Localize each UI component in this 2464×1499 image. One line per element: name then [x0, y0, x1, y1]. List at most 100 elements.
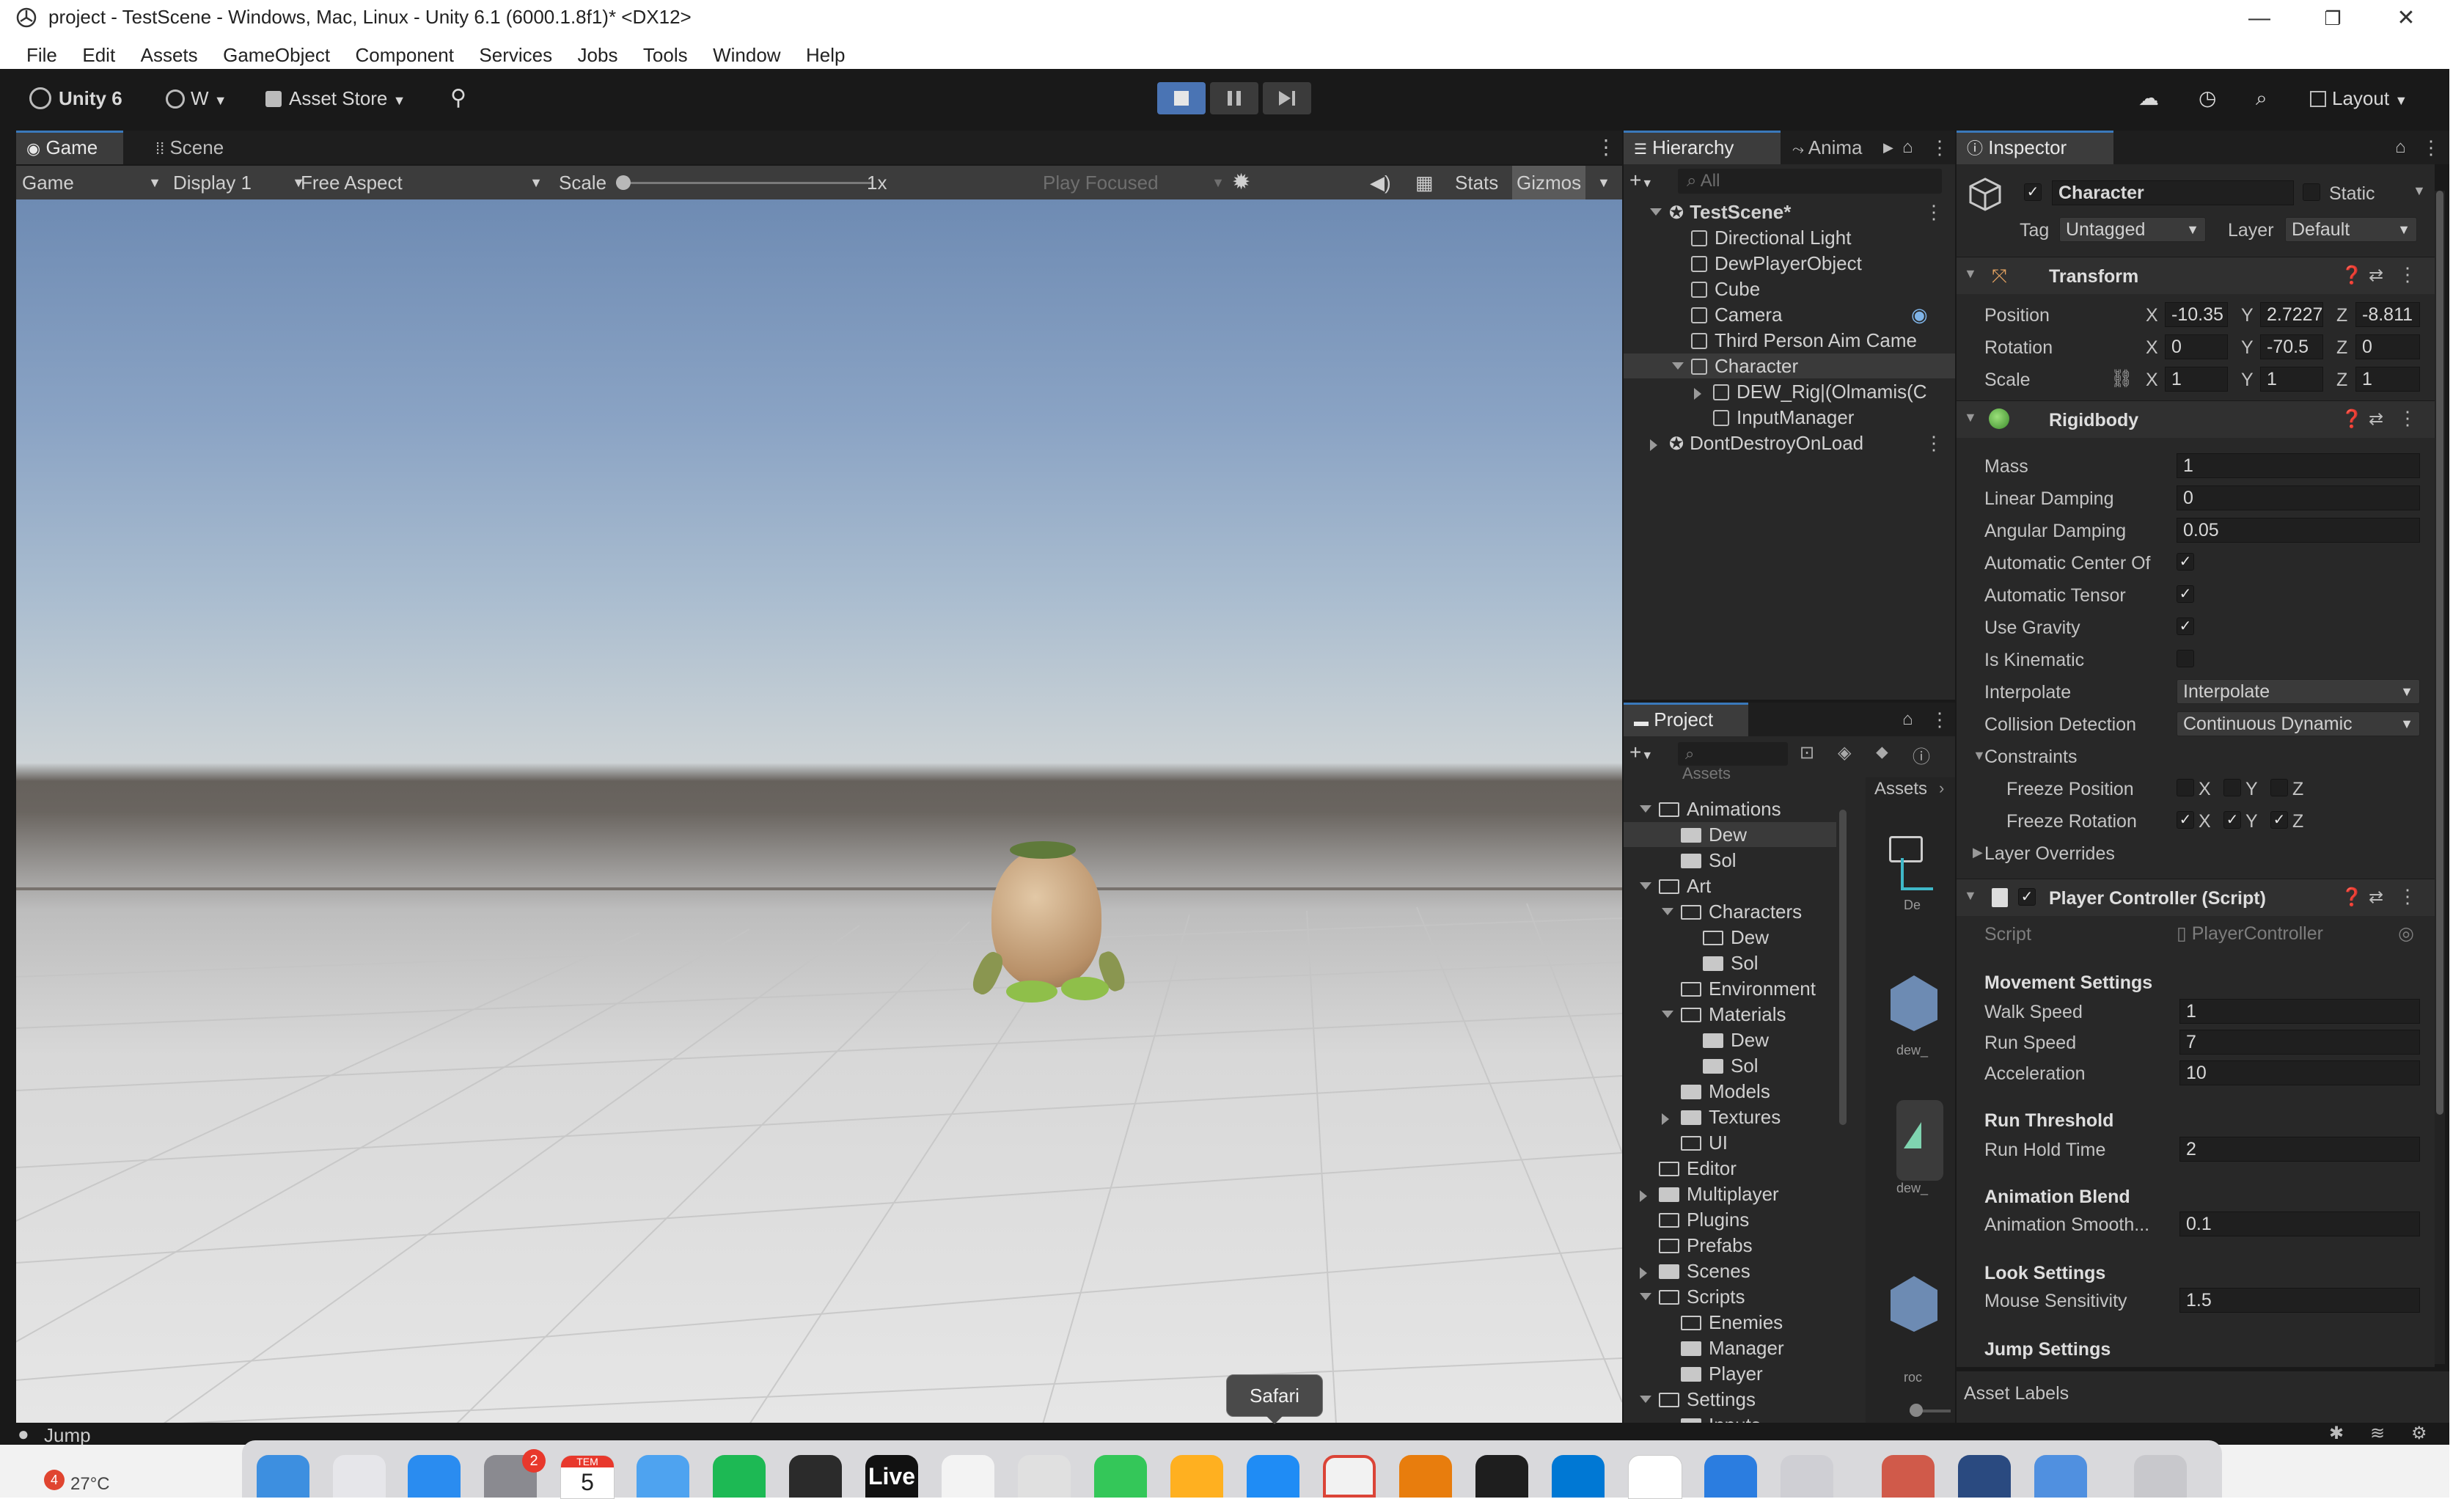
create-asset-button[interactable]: +▼	[1629, 741, 1653, 764]
menu-jobs[interactable]: Jobs	[578, 40, 618, 67]
rotation-y-field[interactable]: -70.5	[2260, 334, 2323, 359]
mouse-sensitivity-field[interactable]: 1.5	[2179, 1288, 2420, 1313]
linear-damping-field[interactable]: 0	[2177, 485, 2420, 510]
aspect-dropdown[interactable]: Free Aspect ▼	[301, 166, 543, 199]
asset-animation[interactable]: De	[1874, 836, 1933, 917]
menu-tools[interactable]: Tools	[643, 40, 688, 67]
gizmos-button[interactable]: Gizmos	[1512, 166, 1586, 199]
project-folder-row[interactable]: Inputs	[1624, 1412, 1836, 1423]
expand-arrow-icon[interactable]	[1640, 882, 1651, 890]
run-speed-field[interactable]: 7	[2179, 1030, 2420, 1055]
mail-icon[interactable]	[637, 1455, 689, 1498]
mute-audio-icon[interactable]: ◀)	[1370, 166, 1391, 199]
finder-icon[interactable]	[257, 1455, 309, 1498]
preset-icon[interactable]: ⇄	[2369, 408, 2383, 430]
minimize-button[interactable]: —	[2226, 1, 2292, 35]
menu-services[interactable]: Services	[479, 40, 552, 67]
script-enabled-toggle[interactable]: ✓	[2018, 888, 2036, 906]
collision-detection-dropdown[interactable]: Continuous Dynamic ▼	[2177, 711, 2420, 736]
project-folder-row[interactable]: Dew	[1624, 822, 1836, 847]
info-icon[interactable]: ⓘ	[1913, 742, 1930, 768]
scale-y-field[interactable]: 1	[2260, 367, 2323, 392]
transform-header[interactable]: ▼ ⤧ Transform ❓ ⇄ ⋮	[1957, 257, 2435, 294]
type-filter-icon[interactable]: ◈	[1838, 742, 1851, 763]
status-message[interactable]: Jump	[44, 1424, 91, 1447]
iphone-mirroring-icon[interactable]	[1882, 1455, 1935, 1498]
photos-icon[interactable]	[942, 1455, 994, 1498]
rigidbody-header[interactable]: ▼ Rigidbody ❓ ⇄ ⋮	[1957, 400, 2435, 438]
menu-help[interactable]: Help	[806, 40, 845, 67]
add-object-button[interactable]: +▼	[1629, 169, 1653, 192]
tab-hierarchy[interactable]: ☰ Hierarchy	[1624, 131, 1781, 164]
unity-account-button[interactable]: Unity 6	[29, 81, 122, 116]
project-folder-row[interactable]: Characters	[1624, 899, 1836, 924]
debug-icon[interactable]: ✱	[2329, 1423, 2344, 1444]
position-z-field[interactable]: -8.811	[2355, 302, 2420, 327]
hierarchy-item[interactable]: InputManager	[1624, 405, 1955, 430]
help-icon[interactable]: ❓	[2341, 408, 2363, 430]
project-tree-scrollbar[interactable]	[1839, 810, 1847, 1125]
menu-assets[interactable]: Assets	[141, 40, 198, 67]
safari-icon[interactable]	[1247, 1455, 1299, 1498]
menu-component[interactable]: Component	[356, 40, 454, 67]
target-picker-icon[interactable]: ◎	[2398, 921, 2414, 946]
project-folder-row[interactable]: UI	[1624, 1130, 1836, 1155]
freeze-position-z[interactable]	[2270, 779, 2288, 796]
layer-overrides-foldout-icon[interactable]: ▶	[1973, 845, 1983, 860]
help-icon[interactable]: ❓	[2341, 265, 2363, 286]
constrain-proportions-icon[interactable]: ⛓	[2111, 368, 2133, 389]
view-dropdown[interactable]: Game ▼	[22, 166, 161, 199]
tab-scene[interactable]: ⁞⁞ Scene	[145, 131, 234, 164]
project-folder-row[interactable]: Manager	[1624, 1335, 1836, 1360]
asset-store-dropdown[interactable]: Asset Store ▼	[265, 81, 406, 116]
project-folder-row[interactable]: Settings	[1624, 1387, 1836, 1412]
expand-arrow-icon[interactable]	[1662, 1011, 1673, 1018]
menu-gameobject[interactable]: GameObject	[223, 40, 330, 67]
project-folder-row[interactable]: Materials	[1624, 1002, 1836, 1027]
static-dropdown-icon[interactable]: ▼	[2413, 183, 2426, 199]
project-folder-row[interactable]: Scenes	[1624, 1258, 1836, 1283]
project-folder-row[interactable]: Enemies	[1624, 1310, 1836, 1335]
interpolate-dropdown[interactable]: Interpolate ▼	[2177, 679, 2420, 704]
maximize-button[interactable]: ❐	[2300, 1, 2366, 35]
menu-window[interactable]: Window	[713, 40, 780, 67]
search-icon[interactable]: ⌕	[2256, 81, 2267, 116]
expand-arrow-icon[interactable]	[1650, 208, 1662, 216]
object-name-field[interactable]: Character	[2052, 180, 2294, 205]
camera-badge-icon[interactable]: ◉	[1911, 302, 1928, 327]
shortcuts-icon[interactable]: ▦	[1415, 166, 1434, 199]
script-reference-field[interactable]: ▯ PlayerController ◎	[2177, 921, 2420, 946]
scene-menu-icon[interactable]: ⋮	[1924, 199, 1943, 224]
angular-damping-field[interactable]: 0.05	[2177, 518, 2420, 543]
numbers-icon[interactable]	[1094, 1455, 1147, 1498]
project-folder-row[interactable]: Art	[1624, 873, 1836, 898]
is-kinematic-checkbox[interactable]	[2177, 650, 2194, 667]
project-folder-row[interactable]: Sol	[1624, 848, 1836, 873]
trash-icon[interactable]	[2134, 1455, 2187, 1498]
scale-slider[interactable]	[616, 175, 873, 190]
ableton-live-icon[interactable]: Live	[865, 1455, 918, 1498]
panel-menu-icon[interactable]: ⋮	[1920, 131, 1959, 164]
panel-menu-icon[interactable]: ⋮	[1585, 131, 1627, 164]
project-folder-row[interactable]: Environment	[1624, 976, 1836, 1001]
project-folder-row[interactable]: Prefabs	[1624, 1233, 1836, 1258]
run-hold-time-field[interactable]: 2	[2179, 1137, 2420, 1162]
preset-icon[interactable]: ⇄	[2369, 265, 2383, 286]
expand-arrow-icon[interactable]	[1640, 1293, 1651, 1300]
asset-model-1[interactable]: dew_	[1874, 975, 1940, 1063]
close-button[interactable]: ✕	[2373, 1, 2439, 35]
scale-z-field[interactable]: 1	[2355, 367, 2420, 392]
component-menu-icon[interactable]: ⋮	[2398, 407, 2417, 430]
play-button[interactable]	[1157, 82, 1206, 114]
calendar-icon[interactable]: TEM 5	[560, 1455, 615, 1499]
zoom-slider[interactable]	[1910, 1404, 1951, 1417]
project-folder-row[interactable]: Textures	[1624, 1104, 1836, 1129]
project-folder-row[interactable]: Editor	[1624, 1156, 1836, 1181]
hierarchy-item[interactable]: DewPlayerObject	[1624, 251, 1955, 276]
project-folder-row[interactable]: Scripts	[1624, 1284, 1836, 1309]
acceleration-field[interactable]: 10	[2179, 1060, 2420, 1085]
figma-icon[interactable]	[1475, 1455, 1528, 1498]
expand-arrow-icon[interactable]	[1662, 908, 1673, 915]
inspector-scrollbar[interactable]	[2435, 191, 2445, 1364]
collapse-arrow-icon[interactable]	[1650, 439, 1657, 451]
